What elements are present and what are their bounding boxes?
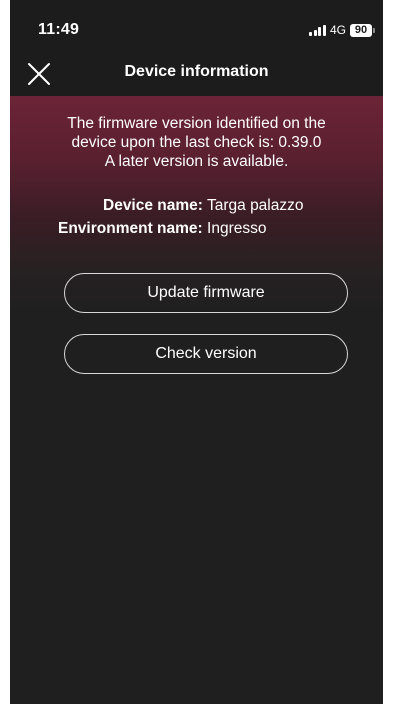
- environment-name-row: Environment name: Ingresso: [58, 220, 266, 238]
- battery-icon: 90: [350, 23, 375, 37]
- device-name-label: Device name:: [103, 197, 203, 214]
- firmware-message-line: device upon the last check is: 0.39.0: [71, 134, 322, 151]
- check-version-button[interactable]: Check version: [64, 334, 348, 374]
- status-indicators: 4G 90: [309, 23, 375, 37]
- page-title: Device information: [124, 63, 269, 80]
- app-screen: 11:49 4G 90 Device information The firmw…: [10, 0, 383, 704]
- firmware-message-line: The firmware version identified on the: [67, 115, 326, 132]
- environment-name-value: Ingresso: [207, 220, 267, 237]
- environment-name-label: Environment name:: [58, 220, 203, 237]
- device-name-row: Device name: Targa palazzo: [103, 197, 304, 215]
- firmware-message-line: A later version is available.: [104, 153, 289, 170]
- status-time: 11:49: [38, 21, 80, 38]
- header-background: [10, 0, 383, 96]
- network-label: 4G: [329, 23, 346, 37]
- signal-icon: [309, 24, 326, 36]
- update-firmware-button[interactable]: Update firmware: [64, 273, 348, 313]
- firmware-message: The firmware version identified on the d…: [30, 114, 363, 171]
- device-name-value: Targa palazzo: [206, 197, 304, 214]
- battery-level: 90: [350, 23, 372, 37]
